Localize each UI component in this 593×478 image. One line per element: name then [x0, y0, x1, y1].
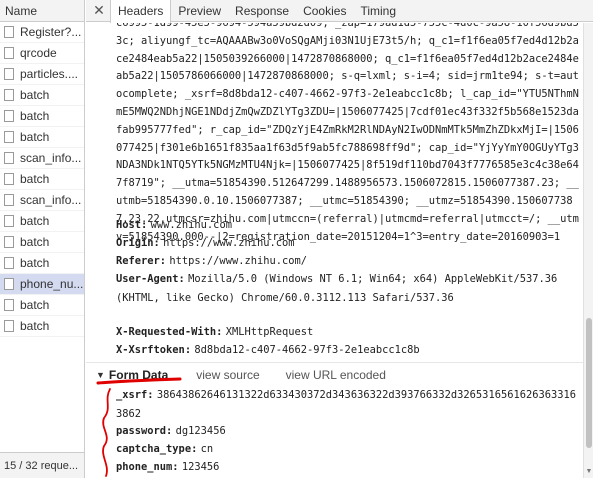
header-name: X-Requested-With: — [116, 326, 223, 338]
file-icon — [4, 278, 14, 290]
request-name: batch — [20, 172, 50, 186]
request-name: scan_info... — [20, 193, 82, 207]
request-header-row: Origin: https://www.zhihu.com — [116, 234, 581, 253]
request-header-row: Host: www.zhihu.com — [116, 216, 581, 235]
headers-content: c6995-1d99-45e5-9694-594a59bd2d09; _zap=… — [86, 23, 583, 478]
header-value: https://www.zhihu.com — [163, 237, 295, 249]
request-name: batch — [20, 319, 50, 333]
form-param-row: _xsrf: 38643862646131322d633430372d34363… — [116, 386, 581, 424]
cookie-header-value: c6995-1d99-45e5-9694-594a59bd2d09; _zap=… — [116, 23, 579, 243]
form-data-title: Form Data — [108, 368, 169, 382]
scroll-down-arrow-icon[interactable]: ▼ — [584, 466, 593, 478]
param-value: dg123456 — [175, 425, 226, 437]
file-icon — [4, 89, 14, 101]
file-icon — [4, 131, 14, 143]
view-source-link[interactable]: view source — [196, 366, 259, 384]
triangle-down-icon[interactable]: ▼ — [96, 366, 105, 384]
header-name: User-Agent: — [116, 273, 185, 285]
header-value: 8d8bda12-c407-4662-97f3-2e1eabcc1c8b — [194, 344, 420, 356]
request-name: scan_info... — [20, 151, 82, 165]
tab-timing[interactable]: Timing — [353, 0, 403, 22]
form-param-row: password: dg123456 — [116, 422, 581, 441]
param-name: captcha_type: — [116, 443, 198, 455]
file-icon — [4, 215, 14, 227]
request-row[interactable]: batch — [0, 316, 84, 337]
request-row[interactable]: particles.... — [0, 64, 84, 85]
request-row[interactable]: qrcode — [0, 43, 84, 64]
file-icon — [4, 173, 14, 185]
name-column-header[interactable]: Name — [0, 0, 84, 22]
request-row[interactable]: phone_nu... — [0, 274, 84, 295]
file-icon — [4, 110, 14, 122]
request-name: batch — [20, 256, 50, 270]
request-name: qrcode — [20, 46, 57, 60]
header-name: X-Xsrftoken: — [116, 344, 192, 356]
file-icon — [4, 236, 14, 248]
form-param-row: phone_num: 123456 — [116, 458, 581, 477]
header-name: Referer: — [116, 255, 167, 267]
header-value: https://www.zhihu.com/ — [169, 255, 308, 267]
request-detail-panel: ✕ Headers Preview Response Cookies Timing c6… — [86, 0, 593, 478]
request-name: batch — [20, 109, 50, 123]
file-icon — [4, 320, 14, 332]
param-value: 123456 — [181, 461, 220, 473]
file-icon — [4, 68, 14, 80]
form-data-section-header[interactable]: ▼ Form Data view source view URL encoded — [96, 366, 386, 384]
file-icon — [4, 194, 14, 206]
request-header-row: X-Xsrftoken: 8d8bda12-c407-4662-97f3-2e1… — [116, 341, 581, 360]
detail-tabs: Headers Preview Response Cookies Timing — [110, 0, 403, 23]
request-header-row: X-Requested-With: XMLHttpRequest — [116, 323, 581, 342]
header-name: Origin: — [116, 237, 160, 249]
request-row[interactable]: batch — [0, 85, 84, 106]
request-name: Register?... — [20, 25, 82, 39]
param-name: phone_num: — [116, 461, 179, 473]
request-row[interactable]: batch — [0, 127, 84, 148]
header-value: XMLHttpRequest — [225, 326, 314, 338]
request-name: phone_nu... — [20, 277, 84, 291]
form-param-row: captcha_type: cn — [116, 440, 581, 459]
request-header-row: User-Agent: Mozilla/5.0 (Windows NT 6.1;… — [116, 270, 581, 308]
request-row[interactable]: batch — [0, 232, 84, 253]
close-icon[interactable]: ✕ — [92, 2, 106, 18]
request-header-row: Referer: https://www.zhihu.com/ — [116, 252, 581, 271]
request-name: batch — [20, 235, 50, 249]
tab-cookies[interactable]: Cookies — [296, 0, 353, 22]
param-name: _xsrf: — [116, 389, 154, 401]
request-row[interactable]: batch — [0, 253, 84, 274]
param-value: 38643862646131322d633430372d343636322d39… — [116, 389, 577, 420]
header-value: www.zhihu.com — [150, 219, 232, 231]
request-name: particles.... — [20, 67, 79, 81]
request-rows: Register?... qrcode particles.... batch batc… — [0, 22, 84, 337]
request-name: batch — [20, 130, 50, 144]
request-name: batch — [20, 298, 50, 312]
request-name: batch — [20, 88, 50, 102]
header-name: Host: — [116, 219, 148, 231]
file-icon — [4, 26, 14, 38]
scrollbar-thumb[interactable] — [586, 318, 592, 448]
tab-headers[interactable]: Headers — [110, 0, 172, 23]
file-icon — [4, 152, 14, 164]
tab-preview[interactable]: Preview — [171, 0, 228, 22]
tab-response[interactable]: Response — [228, 0, 296, 22]
file-icon — [4, 299, 14, 311]
section-divider — [86, 362, 583, 363]
detail-tabbar: ✕ Headers Preview Response Cookies Timing — [86, 0, 593, 23]
vertical-scrollbar[interactable]: ▼ — [583, 23, 593, 478]
param-value: cn — [200, 443, 214, 455]
request-row[interactable]: Register?... — [0, 22, 84, 43]
request-row[interactable]: scan_info... — [0, 148, 84, 169]
network-request-list: Name Register?... qrcode particles.... batc… — [0, 0, 85, 478]
request-row[interactable]: batch — [0, 169, 84, 190]
file-icon — [4, 257, 14, 269]
param-name: password: — [116, 425, 173, 437]
request-row[interactable]: batch — [0, 106, 84, 127]
request-row[interactable]: scan_info... — [0, 190, 84, 211]
view-url-encoded-link[interactable]: view URL encoded — [286, 366, 386, 384]
request-row[interactable]: batch — [0, 295, 84, 316]
request-name: batch — [20, 214, 50, 228]
request-count-status: 15 / 32 reque... — [0, 452, 84, 478]
request-row[interactable]: batch — [0, 211, 84, 232]
file-icon — [4, 47, 14, 59]
